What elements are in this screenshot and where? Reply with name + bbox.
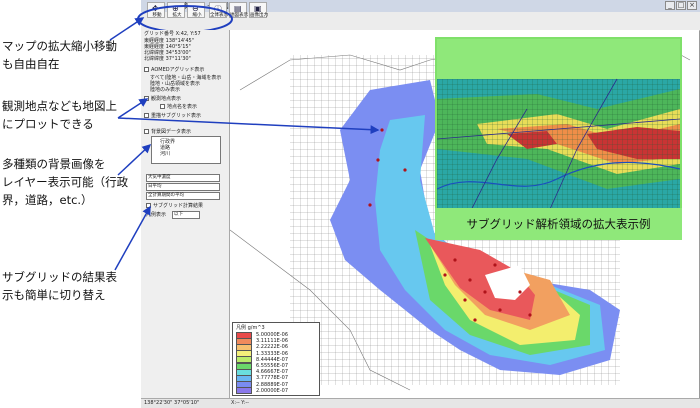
arrow-zoom: [109, 17, 145, 41]
annotation-arrows: [109, 17, 380, 271]
arrow-layers: [117, 143, 152, 176]
arrow-observation-sidebar: [117, 98, 149, 119]
arrow-observation-map: [117, 117, 380, 135]
arrow-subgrid: [114, 205, 151, 271]
